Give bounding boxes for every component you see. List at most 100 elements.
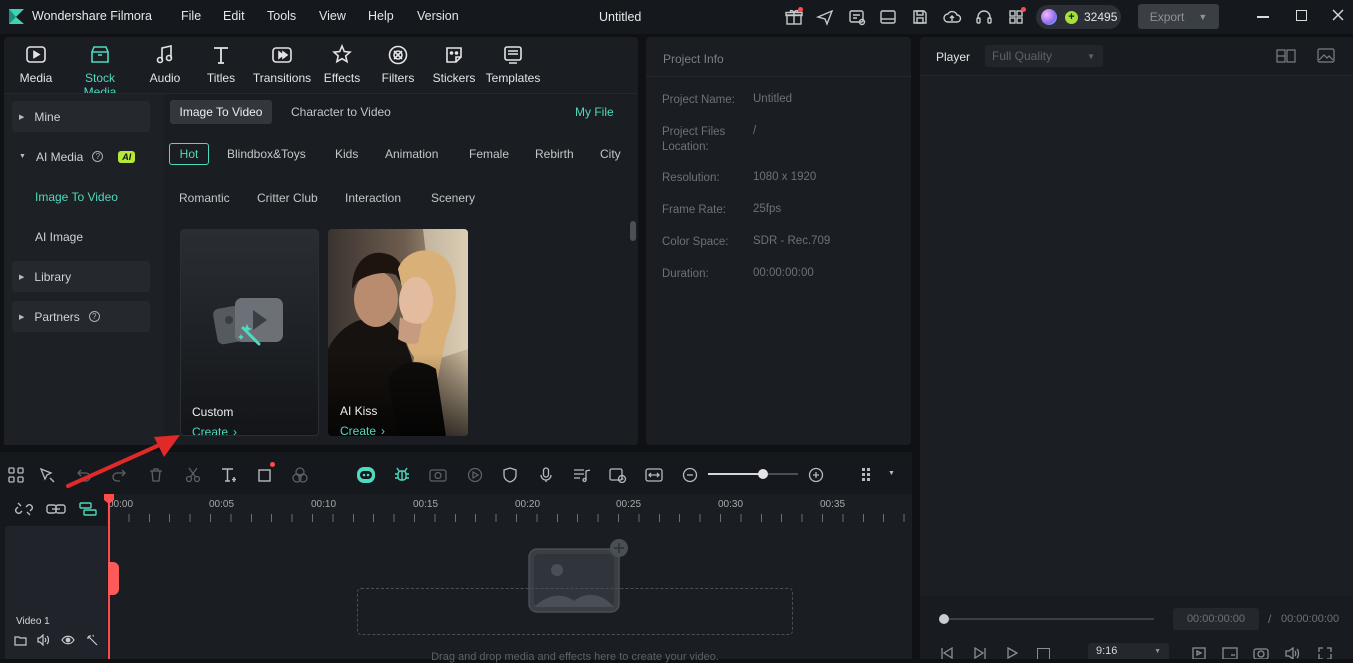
aspect-ratio-select[interactable]: 9:16 ▼ <box>1088 643 1169 659</box>
card-create-link[interactable]: Create › <box>340 424 385 436</box>
chip-critter-club[interactable]: Critter Club <box>257 191 318 205</box>
help-circle-icon[interactable]: ? <box>88 311 100 322</box>
ai-bug-icon[interactable] <box>391 464 413 486</box>
card-ai-kiss[interactable]: AI Kiss Create › <box>328 229 468 436</box>
layout-icon[interactable] <box>878 7 898 27</box>
sidebar-item-library[interactable]: ▶ Library <box>12 261 150 292</box>
menu-view[interactable]: View <box>319 9 346 23</box>
replace-media-icon[interactable] <box>607 464 629 486</box>
ai-face-icon[interactable] <box>355 464 377 486</box>
speed-ramp-icon[interactable] <box>464 464 486 486</box>
track-volume-icon[interactable] <box>37 634 50 646</box>
link-icon[interactable] <box>46 501 66 517</box>
compare-view-icon[interactable] <box>1276 49 1296 63</box>
chip-kids[interactable]: Kids <box>335 147 358 161</box>
sidebar-item-mine[interactable]: ▶ Mine <box>12 101 150 132</box>
menu-version[interactable]: Version <box>417 9 459 23</box>
player-progress-handle[interactable] <box>939 614 949 624</box>
select-pointer-icon[interactable] <box>36 464 58 486</box>
credits-pill[interactable]: + 32495 <box>1036 5 1121 29</box>
tab-transitions[interactable]: Transitions <box>251 44 313 85</box>
text-tool-icon[interactable] <box>218 464 240 486</box>
track-magic-icon[interactable] <box>86 634 99 646</box>
card-create-link[interactable]: Create › <box>192 425 237 435</box>
sidebar-item-ai-image[interactable]: AI Image <box>35 230 83 244</box>
tab-templates[interactable]: Templates <box>482 44 544 85</box>
zoom-slider-handle[interactable] <box>758 469 768 479</box>
tab-media[interactable]: Media <box>5 44 67 85</box>
tab-stickers[interactable]: Stickers <box>423 44 485 85</box>
prev-frame-icon[interactable] <box>939 647 955 659</box>
stop-icon[interactable] <box>1037 648 1050 659</box>
fit-width-icon[interactable] <box>643 464 665 486</box>
track-settings-icon[interactable] <box>857 464 879 486</box>
track-folder-icon[interactable] <box>14 634 27 646</box>
chip-scenery[interactable]: Scenery <box>431 191 475 205</box>
chevron-down-icon[interactable]: ▼ <box>888 470 895 477</box>
cloud-upload-icon[interactable] <box>942 7 962 27</box>
expand-icon[interactable] <box>1318 647 1332 659</box>
chip-rebirth[interactable]: Rebirth <box>535 147 574 161</box>
image-tools-icon[interactable] <box>847 7 867 27</box>
menu-help[interactable]: Help <box>368 9 394 23</box>
track-magnet-icon[interactable] <box>79 501 97 517</box>
help-circle-icon[interactable]: ? <box>92 151 104 162</box>
apps-grid-icon[interactable] <box>1006 7 1026 27</box>
headset-icon[interactable] <box>974 7 994 27</box>
menu-tools[interactable]: Tools <box>267 9 296 23</box>
gift-icon[interactable] <box>784 7 804 27</box>
sidebar-item-partners[interactable]: ▶ Partners ? <box>12 301 150 332</box>
microphone-icon[interactable] <box>535 464 557 486</box>
shield-icon[interactable] <box>499 464 521 486</box>
mark-in-icon[interactable] <box>1192 647 1206 659</box>
crop-shape-icon[interactable] <box>254 462 276 486</box>
zoom-in-icon[interactable] <box>805 464 827 486</box>
next-frame-icon[interactable] <box>972 647 988 659</box>
chip-hot[interactable]: Hot <box>169 143 209 165</box>
chip-city[interactable]: City <box>600 147 621 161</box>
maximize-icon[interactable] <box>1296 10 1307 21</box>
tab-filters[interactable]: Filters <box>367 44 429 85</box>
fullscreen-display-icon[interactable] <box>1222 647 1238 659</box>
my-file-link[interactable]: My File <box>575 105 614 119</box>
track-visibility-icon[interactable] <box>61 635 75 645</box>
quality-select[interactable]: Full Quality ▼ <box>985 45 1103 67</box>
tab-image-to-video[interactable]: Image To Video <box>170 100 272 124</box>
chip-animation[interactable]: Animation <box>385 147 438 161</box>
chip-female[interactable]: Female <box>469 147 509 161</box>
send-icon[interactable] <box>815 7 835 27</box>
total-time: 00:00:00:00 <box>1281 613 1340 625</box>
track-clip-edge[interactable] <box>108 562 119 595</box>
drop-zone[interactable] <box>357 588 793 635</box>
chip-romantic[interactable]: Romantic <box>179 191 230 205</box>
audio-list-icon[interactable] <box>571 464 593 486</box>
layout-grid-icon[interactable] <box>5 464 27 486</box>
close-icon[interactable] <box>1331 8 1345 22</box>
save-icon[interactable] <box>910 7 930 27</box>
sidebar-item-ai-media[interactable]: ▼ AI Media ? AI <box>12 141 150 172</box>
tab-effects[interactable]: Effects <box>311 44 373 85</box>
auto-reframe-icon[interactable] <box>427 464 449 486</box>
tab-audio[interactable]: Audio <box>134 44 196 85</box>
zoom-out-icon[interactable] <box>679 464 701 486</box>
play-icon[interactable] <box>1005 647 1019 659</box>
minimize-icon[interactable] <box>1257 16 1269 18</box>
chip-interaction[interactable]: Interaction <box>345 191 401 205</box>
player-progress-track[interactable] <box>943 618 1154 620</box>
menu-file[interactable]: File <box>181 9 201 23</box>
camera-icon[interactable] <box>1253 647 1269 659</box>
sidebar-item-image-to-video[interactable]: Image To Video <box>35 190 118 204</box>
unlink-icon[interactable] <box>15 500 33 518</box>
content-scrollbar[interactable] <box>630 221 636 241</box>
color-blend-icon[interactable] <box>289 464 311 486</box>
volume-icon[interactable] <box>1284 647 1300 659</box>
snapshot-image-icon[interactable] <box>1317 48 1335 63</box>
tab-character-to-video[interactable]: Character to Video <box>291 105 391 119</box>
card-custom[interactable]: Custom Create › <box>180 229 319 436</box>
current-time-display[interactable]: 00:00:00:00 <box>1173 608 1259 630</box>
tab-titles[interactable]: Titles <box>190 44 252 85</box>
export-button[interactable]: Export ▼ <box>1138 4 1219 29</box>
menu-edit[interactable]: Edit <box>223 9 245 23</box>
chip-blindbox-toys[interactable]: Blindbox&Toys <box>227 147 306 161</box>
tab-stock-media[interactable]: Stock Media <box>69 44 131 99</box>
